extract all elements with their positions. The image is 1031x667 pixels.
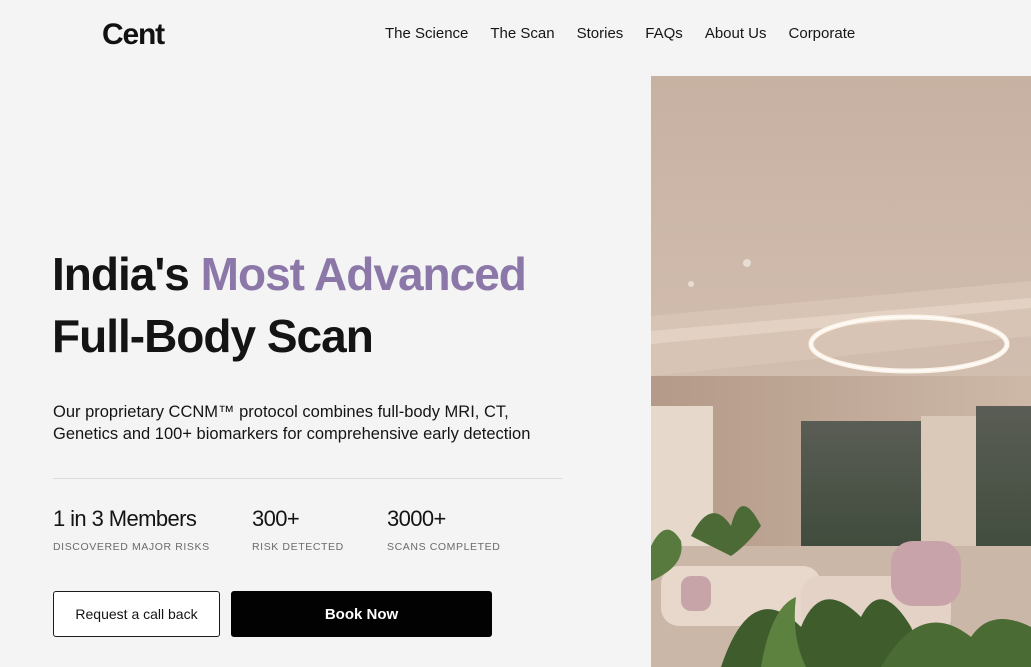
stat-risks: 300+ RISK DETECTED (252, 506, 344, 553)
description-line1: Our proprietary CCNM™ protocol combines … (53, 403, 509, 421)
stat-label: DISCOVERED MAJOR RISKS (53, 541, 210, 553)
stat-value: 1 in 3 Members (53, 506, 197, 531)
stat-scans: 3000+ SCANS COMPLETED (387, 506, 500, 553)
hero-headline: India's Most Advanced Full-Body Scan (52, 243, 527, 367)
nav-link-faqs[interactable]: FAQs (645, 25, 683, 42)
nav-link-stories[interactable]: Stories (577, 25, 624, 42)
book-now-button[interactable]: Book Now (231, 591, 492, 637)
nav-link-corporate[interactable]: Corporate (789, 25, 856, 42)
stat-value: 3000+ (387, 506, 446, 531)
stat-label: SCANS COMPLETED (387, 541, 501, 553)
logo[interactable]: Cent (102, 18, 165, 52)
nav-link-about-us[interactable]: About Us (705, 25, 767, 42)
request-callback-button[interactable]: Request a call back (53, 591, 220, 637)
stat-label: RISK DETECTED (252, 541, 344, 553)
headline-accent: Most Advanced (200, 248, 527, 300)
nav-link-the-science[interactable]: The Science (385, 25, 468, 42)
main-nav: The Science The Scan Stories FAQs About … (385, 25, 877, 42)
stat-members: 1 in 3 Members DISCOVERED MAJOR RISKS (53, 506, 210, 553)
nav-link-the-scan[interactable]: The Scan (490, 25, 554, 42)
stat-value: 300+ (252, 506, 300, 531)
hero-clinic-photo (651, 76, 1031, 667)
description-line2: Genetics and 100+ biomarkers for compreh… (53, 425, 531, 443)
hero-description: Our proprietary CCNM™ protocol combines … (53, 401, 573, 445)
headline-part1: India's (52, 248, 201, 300)
hero-divider (53, 478, 562, 479)
headline-line2: Full-Body Scan (52, 310, 374, 362)
